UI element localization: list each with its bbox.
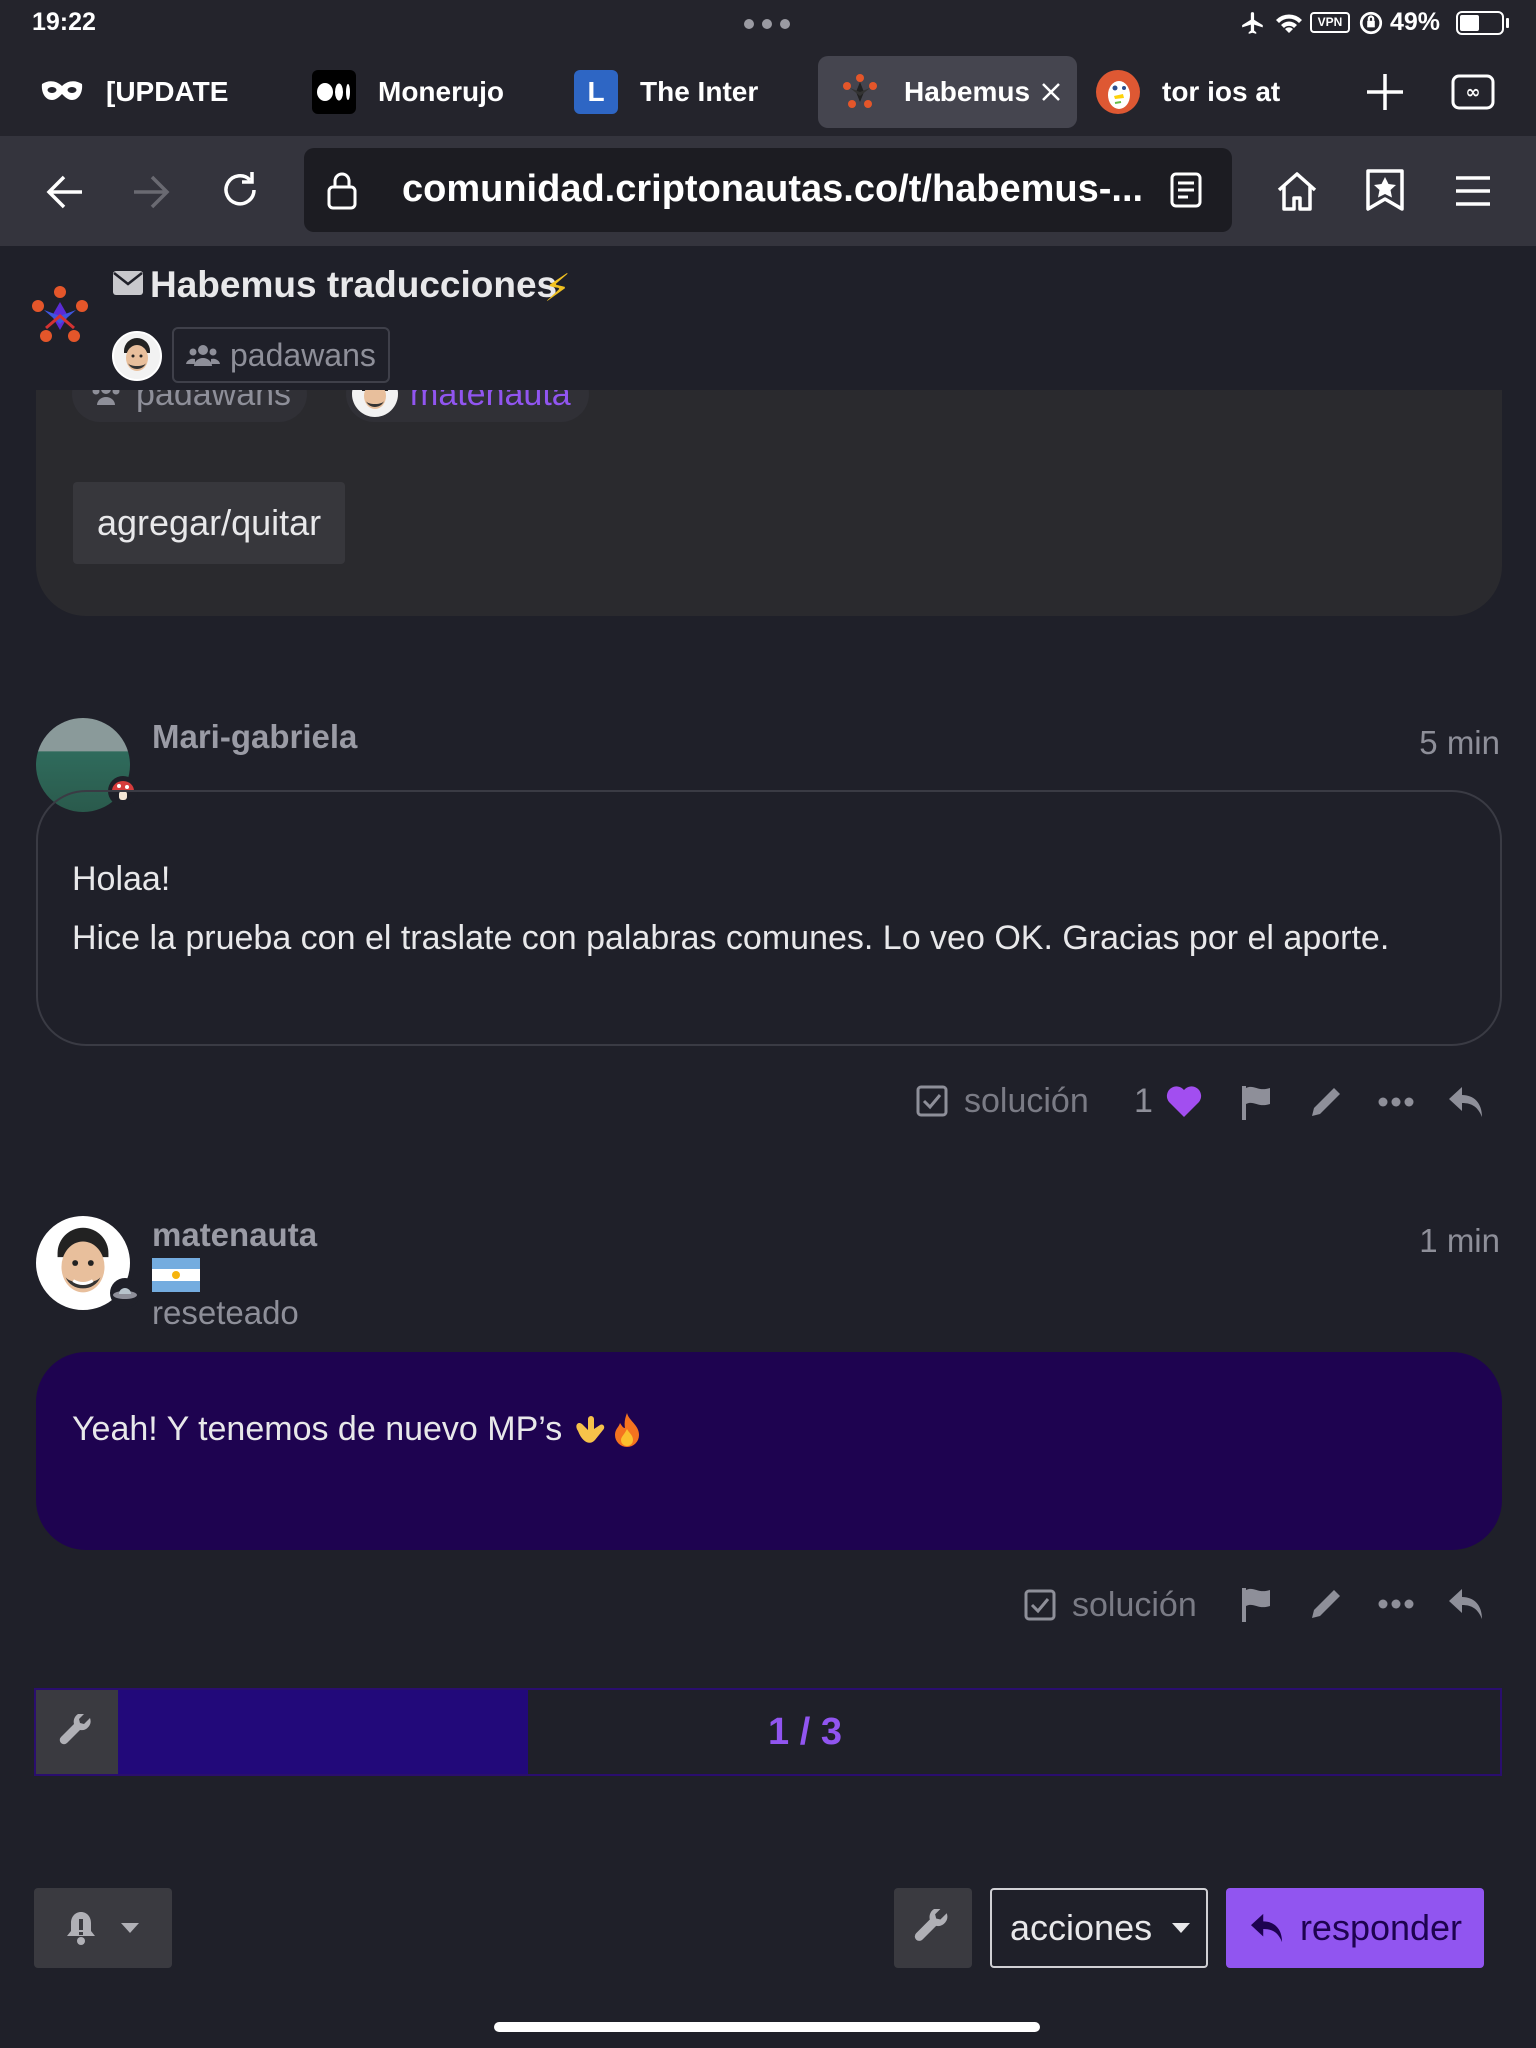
solution-label: solución xyxy=(1072,1585,1197,1624)
post-username[interactable]: Mari-gabriela xyxy=(152,718,357,756)
tab-habemus[interactable]: Habemus xyxy=(818,56,1077,128)
status-time: 19:22 xyxy=(32,8,96,36)
url-text[interactable]: comunidad.criptonautas.co/t/habemus-... xyxy=(402,168,1142,211)
post-text: Yeah! Y tenemos de nuevo MP’s xyxy=(72,1410,563,1448)
topic-header: Habemus traducciones ⚡ padawans xyxy=(0,246,1536,390)
add-remove-button[interactable]: agregar/quitar xyxy=(73,482,346,564)
post-line: Hice la prueba con el traslate con palab… xyxy=(72,919,1390,957)
lightning-icon: ⚡ xyxy=(544,268,571,310)
group-badge[interactable]: padawans xyxy=(172,327,390,383)
new-tab-icon[interactable] xyxy=(1360,70,1410,114)
site-logo-icon[interactable] xyxy=(28,284,92,348)
heart-icon xyxy=(1166,1086,1202,1117)
rotation-lock-icon xyxy=(1358,10,1384,36)
topic-title[interactable]: Habemus traducciones xyxy=(150,264,557,306)
fire-emoji-icon xyxy=(608,1411,646,1449)
tab-label: Monerujo xyxy=(378,76,504,107)
like-count: 1 xyxy=(1134,1081,1153,1120)
lock-icon xyxy=(324,166,360,214)
users-icon xyxy=(186,345,220,366)
back-icon[interactable] xyxy=(40,168,88,216)
home-indicator xyxy=(494,2022,1040,2032)
topic-progress-bar[interactable]: 1 / 3 xyxy=(34,1688,1502,1776)
call-me-hand-emoji-icon xyxy=(570,1411,608,1449)
private-tabs-icon[interactable]: ∞ xyxy=(1448,70,1498,114)
tab-tor-ios[interactable]: tor ios at xyxy=(1096,56,1316,128)
duckduckgo-icon xyxy=(1096,70,1140,114)
more-options-icon[interactable] xyxy=(1374,1080,1418,1124)
svg-text:∞: ∞ xyxy=(1466,82,1481,103)
checkbox-icon xyxy=(916,1085,948,1117)
post-username[interactable]: matenauta xyxy=(152,1216,317,1254)
tab-the-inter[interactable]: L The Inter xyxy=(574,56,794,128)
mask-icon xyxy=(40,70,84,114)
post-line: Holaa! xyxy=(72,860,171,898)
group-name: padawans xyxy=(230,336,376,373)
wifi-icon xyxy=(1274,10,1304,36)
actions-label: acciones xyxy=(1010,1907,1153,1948)
l-letter-icon: L xyxy=(574,70,618,114)
tab-label: tor ios at xyxy=(1162,76,1281,107)
notification-level-button[interactable] xyxy=(34,1888,172,1968)
post-time[interactable]: 5 min xyxy=(1419,724,1500,762)
reply-arrow-icon[interactable] xyxy=(1444,1582,1488,1626)
tab-label: [UPDATE xyxy=(106,76,229,107)
caret-down-icon xyxy=(1172,1923,1191,1933)
own-post-bubble: Yeah! Y tenemos de nuevo MP’s xyxy=(36,1352,1502,1550)
reply-label: responder xyxy=(1299,1907,1463,1948)
ufo-badge-icon xyxy=(110,1278,140,1308)
medium-icon xyxy=(312,70,356,114)
user-title: reseteado xyxy=(152,1294,299,1331)
bookmarks-icon[interactable] xyxy=(1360,164,1410,214)
forward-icon[interactable] xyxy=(128,168,176,216)
solution-button[interactable]: solución xyxy=(916,1078,1089,1124)
post-bubble: Holaa! Hice la prueba con el traslate co… xyxy=(36,790,1502,1046)
caret-down-icon xyxy=(121,1923,139,1933)
solution-label: solución xyxy=(964,1081,1089,1120)
tab-monerujo[interactable]: Monerujo xyxy=(312,56,532,128)
airplane-icon xyxy=(1240,10,1266,36)
tab-label: Habemus xyxy=(904,76,1031,107)
post-time[interactable]: 1 min xyxy=(1419,1222,1500,1260)
more-options-icon[interactable] xyxy=(1374,1582,1418,1626)
home-icon[interactable] xyxy=(1272,166,1322,216)
multitasking-dots-icon[interactable] xyxy=(744,19,790,29)
close-tab-icon[interactable] xyxy=(1040,81,1062,103)
star-logo-icon xyxy=(838,70,882,114)
progress-label: 1 / 3 xyxy=(768,1710,842,1753)
status-bar: 19:22 VPN 49% xyxy=(0,0,1536,46)
private-message-icon xyxy=(112,270,144,296)
flag-icon[interactable] xyxy=(1234,1582,1278,1626)
solution-button[interactable]: solución xyxy=(1024,1582,1197,1628)
menu-icon[interactable] xyxy=(1448,166,1498,216)
reload-icon[interactable] xyxy=(216,166,264,214)
like-button[interactable]: 1 xyxy=(1134,1078,1203,1124)
flag-icon[interactable] xyxy=(1234,1080,1278,1124)
edit-pencil-icon[interactable] xyxy=(1304,1080,1348,1124)
checkbox-icon xyxy=(1024,1589,1056,1621)
actions-dropdown[interactable]: acciones xyxy=(990,1888,1208,1968)
reply-arrow-icon[interactable] xyxy=(1444,1080,1488,1124)
wrench-icon xyxy=(914,1909,948,1941)
battery-icon xyxy=(1456,11,1504,35)
tab-strip: [UPDATE Monerujo L The Inter Habemus tor… xyxy=(0,46,1536,136)
reply-button[interactable]: responder xyxy=(1226,1888,1484,1968)
url-bar[interactable]: comunidad.criptonautas.co/t/habemus-... xyxy=(304,148,1232,232)
admin-wrench-button[interactable] xyxy=(894,1888,972,1968)
tab-update[interactable]: [UPDATE xyxy=(40,56,260,128)
reader-mode-icon[interactable] xyxy=(1166,170,1206,210)
bell-icon xyxy=(67,1912,95,1945)
avatar[interactable] xyxy=(112,331,162,381)
edit-pencil-icon[interactable] xyxy=(1304,1582,1348,1626)
reply-icon xyxy=(1250,1913,1282,1943)
tab-label: The Inter xyxy=(640,76,759,107)
battery-percent: 49% xyxy=(1390,8,1441,36)
vpn-badge: VPN xyxy=(1310,12,1350,33)
argentina-flag-icon xyxy=(152,1258,200,1292)
